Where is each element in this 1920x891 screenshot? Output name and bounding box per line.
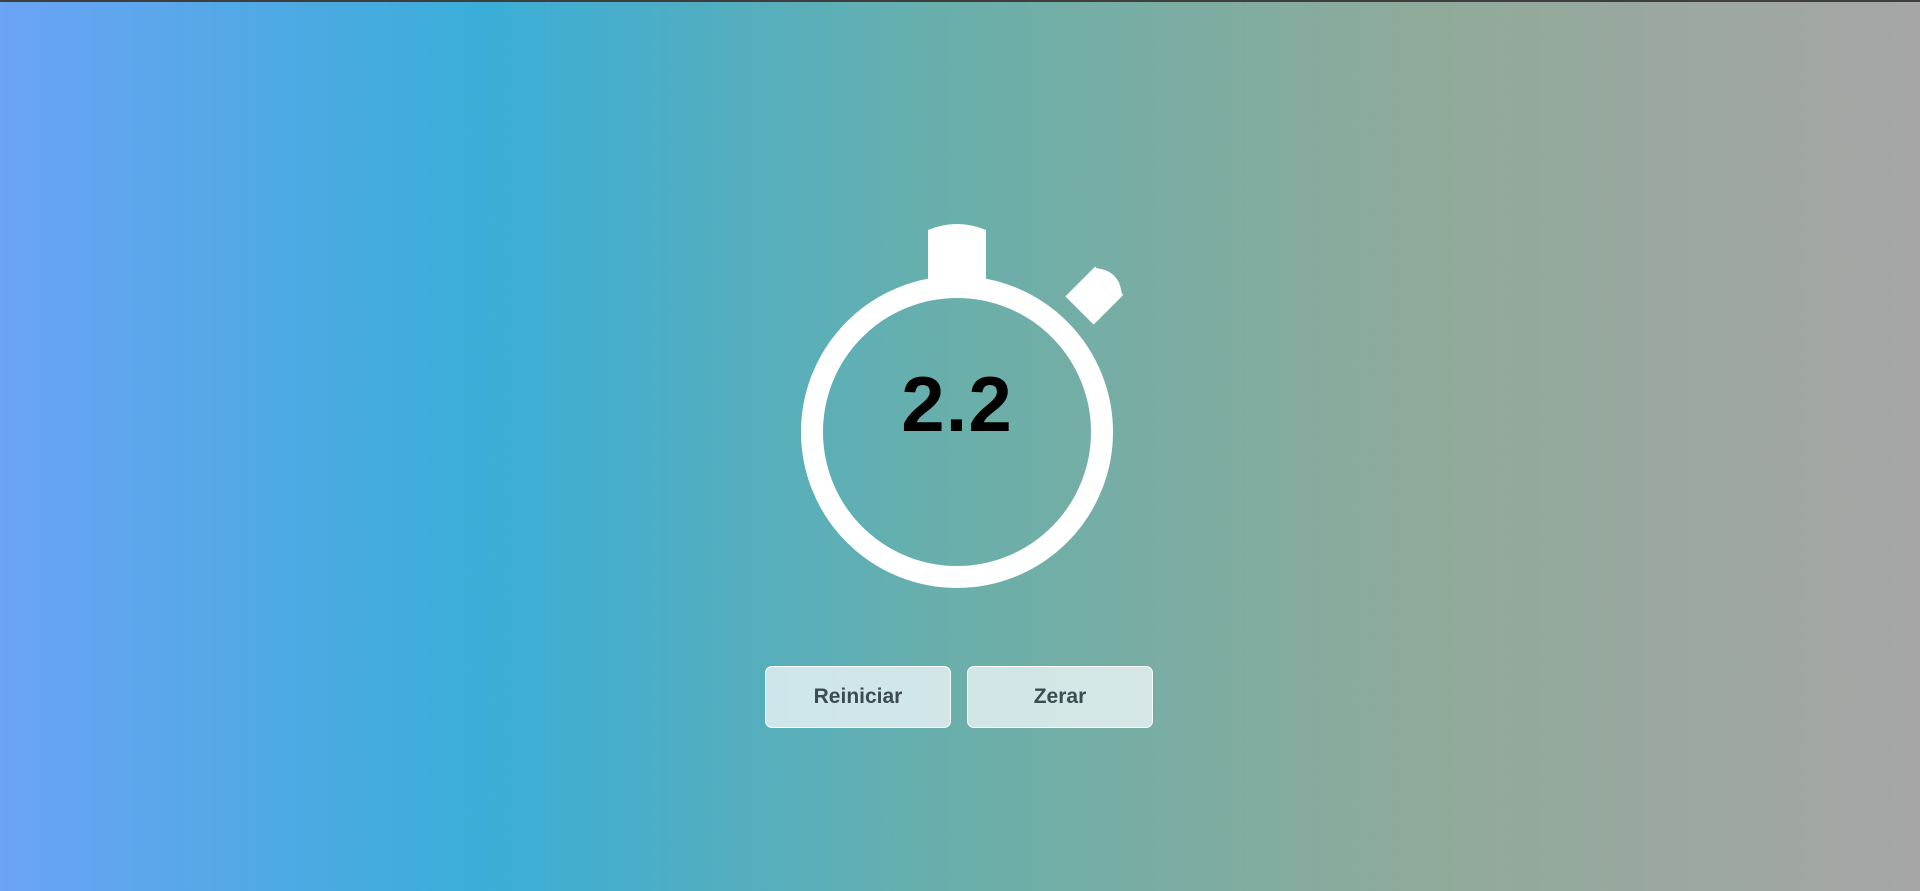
stopwatch-crown <box>928 224 986 280</box>
controls: Reiniciar Zerar <box>765 666 1153 728</box>
restart-button[interactable]: Reiniciar <box>765 666 951 728</box>
stopwatch-side-button <box>1065 266 1124 325</box>
timer-display: 2.2 <box>901 360 1013 448</box>
reset-button[interactable]: Zerar <box>967 666 1153 728</box>
